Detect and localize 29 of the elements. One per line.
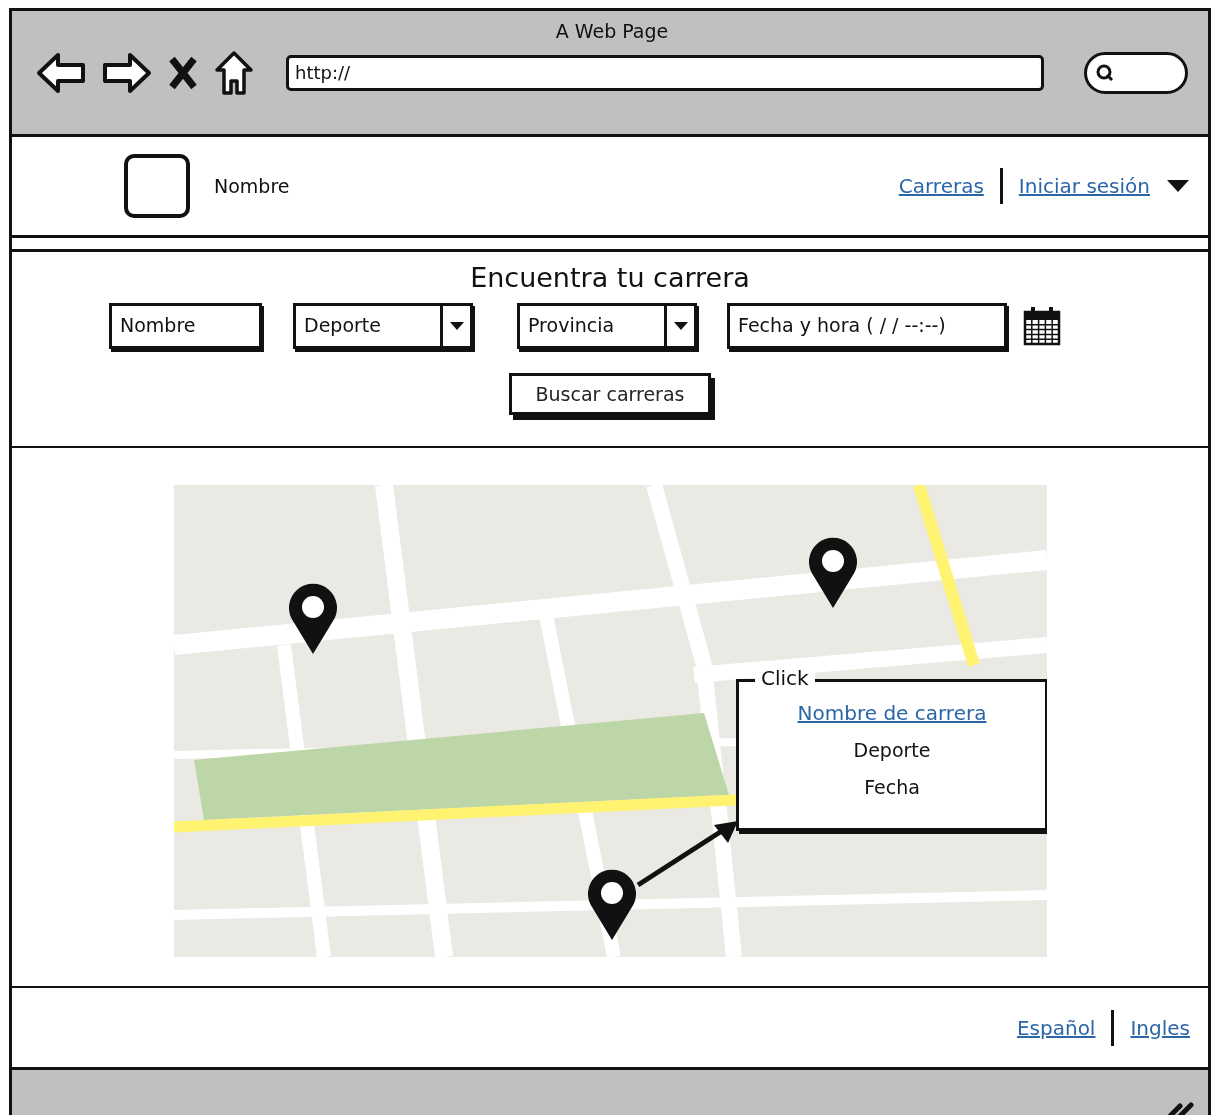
logo-placeholder [124,154,190,218]
language-link[interactable]: Ingles [1130,1012,1190,1043]
search-icon [1095,62,1115,83]
caret-icon [672,320,689,331]
race-name-link[interactable]: Nombre de carrera [797,698,987,728]
input-field[interactable]: Nombre [109,302,262,349]
nav-link[interactable]: Iniciar sesión [1018,171,1150,201]
popup-text: Fecha [864,774,920,800]
back-icon[interactable] [36,51,86,94]
dropdown[interactable]: Deporte [293,302,473,349]
caret-icon [448,320,465,331]
nav-link[interactable]: Carreras [898,171,984,201]
language-link[interactable]: Español [1016,1012,1096,1043]
search-title: Encuentra tu carrera [470,262,750,293]
brand-name: Nombre [214,173,290,199]
search-field[interactable] [1084,51,1188,94]
popup-text: Deporte [853,738,931,763]
caret-icon[interactable] [1166,179,1190,193]
dropdown[interactable]: Provincia [517,302,697,349]
input-field[interactable]: Fecha y hora ( / / --:--) [727,302,1007,349]
map-pin-icon[interactable] [587,869,637,941]
calendar-icon[interactable] [1023,305,1061,346]
url-field[interactable]: http:// [286,54,1044,91]
forward-icon[interactable] [102,51,152,94]
map-pin-icon[interactable] [288,583,338,655]
close-icon[interactable] [168,55,198,90]
home-icon[interactable] [214,49,254,96]
window-title: A Web Page [555,20,669,42]
map-pin-icon[interactable] [808,537,858,609]
